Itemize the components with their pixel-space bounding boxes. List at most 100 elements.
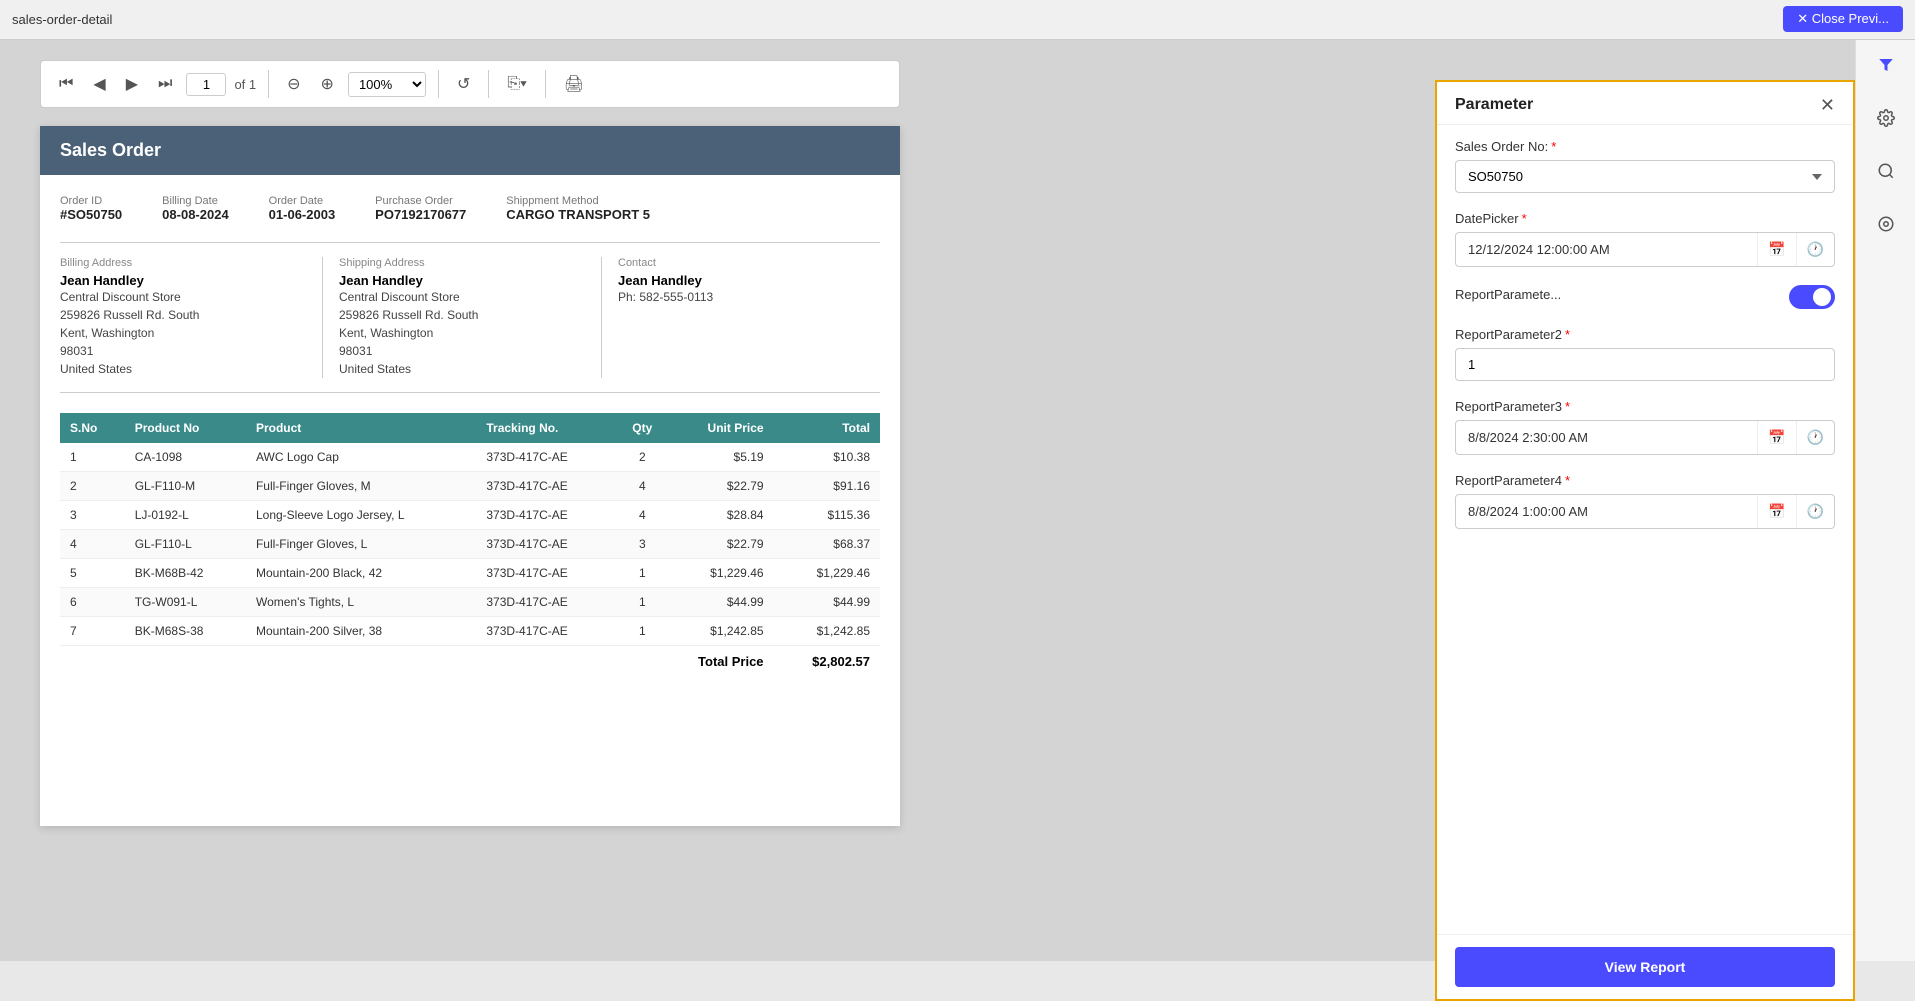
- report-parameter-toggle-row: ReportParamete...: [1455, 285, 1835, 309]
- order-id-value: #SO50750: [60, 207, 122, 222]
- parameter-panel: Parameter ✕ Sales Order No: * SO50750 Da…: [1435, 80, 1855, 1001]
- report-parameter3-field: ReportParameter3 * 8/8/2024 2:30:00 AM 📅…: [1455, 399, 1835, 455]
- search-icon: [1877, 162, 1895, 180]
- cell-tracking: 373D-417C-AE: [476, 472, 615, 501]
- cell-sno: 7: [60, 617, 125, 646]
- report-parameter-label: ReportParamete...: [1455, 287, 1561, 302]
- shipment-method-value: CARGO TRANSPORT 5: [506, 207, 650, 222]
- page-title: sales-order-detail: [12, 12, 112, 27]
- col-product-no: Product No: [125, 413, 246, 443]
- right-sidebar: [1855, 40, 1915, 961]
- table-row: 2 GL-F110-M Full-Finger Gloves, M 373D-4…: [60, 472, 880, 501]
- cell-total: $68.37: [774, 530, 880, 559]
- clock-icon2[interactable]: 🕐: [1796, 421, 1834, 454]
- calendar-icon2[interactable]: 📅: [1757, 421, 1795, 454]
- datepicker-value: 12/12/2024 12:00:00 AM: [1456, 234, 1757, 265]
- required-star5: *: [1565, 473, 1570, 488]
- parameter-panel-body: Sales Order No: * SO50750 DatePicker * 1…: [1437, 125, 1853, 934]
- calendar-icon3[interactable]: 📅: [1757, 495, 1795, 528]
- zoom-in-button[interactable]: ⊕: [315, 70, 340, 98]
- cell-unit-price: $44.99: [670, 588, 774, 617]
- cell-sno: 3: [60, 501, 125, 530]
- total-label: Total Price: [60, 646, 774, 678]
- close-preview-button[interactable]: ✕ Close Previ...: [1783, 6, 1903, 32]
- cell-tracking: 373D-417C-AE: [476, 530, 615, 559]
- cell-product: Women's Tights, L: [246, 588, 476, 617]
- clock-icon[interactable]: 🕐: [1796, 233, 1834, 266]
- next-page-button[interactable]: ▶: [120, 70, 144, 98]
- cell-unit-price: $28.84: [670, 501, 774, 530]
- page-number-input[interactable]: 1: [186, 73, 226, 96]
- purchase-order-meta: Purchase Order PO7192170677: [375, 195, 466, 222]
- diagnostics-sidebar-button[interactable]: [1871, 209, 1901, 244]
- cell-product: Full-Finger Gloves, M: [246, 472, 476, 501]
- view-report-button[interactable]: View Report: [1455, 947, 1835, 987]
- report-parameter4-value: 8/8/2024 1:00:00 AM: [1456, 496, 1757, 527]
- datepicker-field: DatePicker * 12/12/2024 12:00:00 AM 📅 🕐: [1455, 211, 1835, 267]
- datepicker-input-row: 12/12/2024 12:00:00 AM 📅 🕐: [1455, 232, 1835, 267]
- cell-total: $1,242.85: [774, 617, 880, 646]
- cell-product-no: TG-W091-L: [125, 588, 246, 617]
- search-sidebar-button[interactable]: [1871, 156, 1901, 191]
- separator3: [488, 70, 489, 98]
- settings-sidebar-button[interactable]: [1871, 103, 1901, 138]
- print-button[interactable]: 🖨: [558, 70, 590, 98]
- cell-sno: 2: [60, 472, 125, 501]
- last-page-button[interactable]: ⏭: [152, 71, 178, 97]
- shipping-address-line2: 259826 Russell Rd. South: [339, 306, 585, 324]
- billing-date-value: 08-08-2024: [162, 207, 229, 222]
- billing-date-meta: Billing Date 08-08-2024: [162, 195, 229, 222]
- order-id-label: Order ID: [60, 195, 122, 207]
- cell-tracking: 373D-417C-AE: [476, 443, 615, 472]
- table-row: 6 TG-W091-L Women's Tights, L 373D-417C-…: [60, 588, 880, 617]
- export-button[interactable]: ⎘▾: [501, 71, 533, 97]
- sales-order-no-label: Sales Order No: *: [1455, 139, 1835, 154]
- circle-icon: [1877, 215, 1895, 233]
- cell-qty: 4: [615, 472, 670, 501]
- gear-icon: [1877, 109, 1895, 127]
- zoom-select[interactable]: 100% ▾ 50% 75% 100% 125% 150%: [348, 72, 426, 97]
- table-row: 4 GL-F110-L Full-Finger Gloves, L 373D-4…: [60, 530, 880, 559]
- clock-icon3[interactable]: 🕐: [1796, 495, 1834, 528]
- order-meta: Order ID #SO50750 Billing Date 08-08-202…: [60, 195, 880, 222]
- first-page-button[interactable]: ⏮: [53, 71, 79, 97]
- cell-tracking: 373D-417C-AE: [476, 588, 615, 617]
- billing-address-line2: 259826 Russell Rd. South: [60, 306, 306, 324]
- cell-qty: 3: [615, 530, 670, 559]
- required-star4: *: [1565, 399, 1570, 414]
- prev-page-button[interactable]: ◀: [87, 70, 111, 98]
- cell-product: Mountain-200 Silver, 38: [246, 617, 476, 646]
- sales-order-no-select[interactable]: SO50750: [1455, 160, 1835, 193]
- zoom-out-button[interactable]: ⊖: [281, 70, 306, 98]
- contact-label: Contact: [618, 257, 864, 269]
- cell-total: $91.16: [774, 472, 880, 501]
- cell-sno: 1: [60, 443, 125, 472]
- cell-product: Mountain-200 Black, 42: [246, 559, 476, 588]
- cell-qty: 1: [615, 617, 670, 646]
- parameter-panel-close-button[interactable]: ✕: [1820, 96, 1835, 114]
- cell-product: Full-Finger Gloves, L: [246, 530, 476, 559]
- cell-unit-price: $22.79: [670, 530, 774, 559]
- shipping-address-line4: 98031: [339, 342, 585, 360]
- cell-product-no: LJ-0192-L: [125, 501, 246, 530]
- billing-address-label: Billing Address: [60, 257, 306, 269]
- report-parameter3-label: ReportParameter3 *: [1455, 399, 1835, 414]
- cell-qty: 2: [615, 443, 670, 472]
- billing-address-name: Jean Handley: [60, 273, 306, 288]
- filter-sidebar-button[interactable]: [1871, 50, 1901, 85]
- order-date-value: 01-06-2003: [269, 207, 336, 222]
- col-product: Product: [246, 413, 476, 443]
- billing-address-line1: Central Discount Store: [60, 288, 306, 306]
- shipping-address-line3: Kent, Washington: [339, 324, 585, 342]
- cell-qty: 1: [615, 559, 670, 588]
- sales-order-no-field: Sales Order No: * SO50750: [1455, 139, 1835, 193]
- cell-product: AWC Logo Cap: [246, 443, 476, 472]
- order-id-meta: Order ID #SO50750: [60, 195, 122, 222]
- cell-tracking: 373D-417C-AE: [476, 501, 615, 530]
- cell-total: $115.36: [774, 501, 880, 530]
- report-parameter-toggle[interactable]: [1789, 285, 1835, 309]
- col-tracking: Tracking No.: [476, 413, 615, 443]
- report-parameter2-input[interactable]: [1455, 348, 1835, 381]
- refresh-button[interactable]: ↺: [451, 70, 476, 98]
- calendar-icon[interactable]: 📅: [1757, 233, 1795, 266]
